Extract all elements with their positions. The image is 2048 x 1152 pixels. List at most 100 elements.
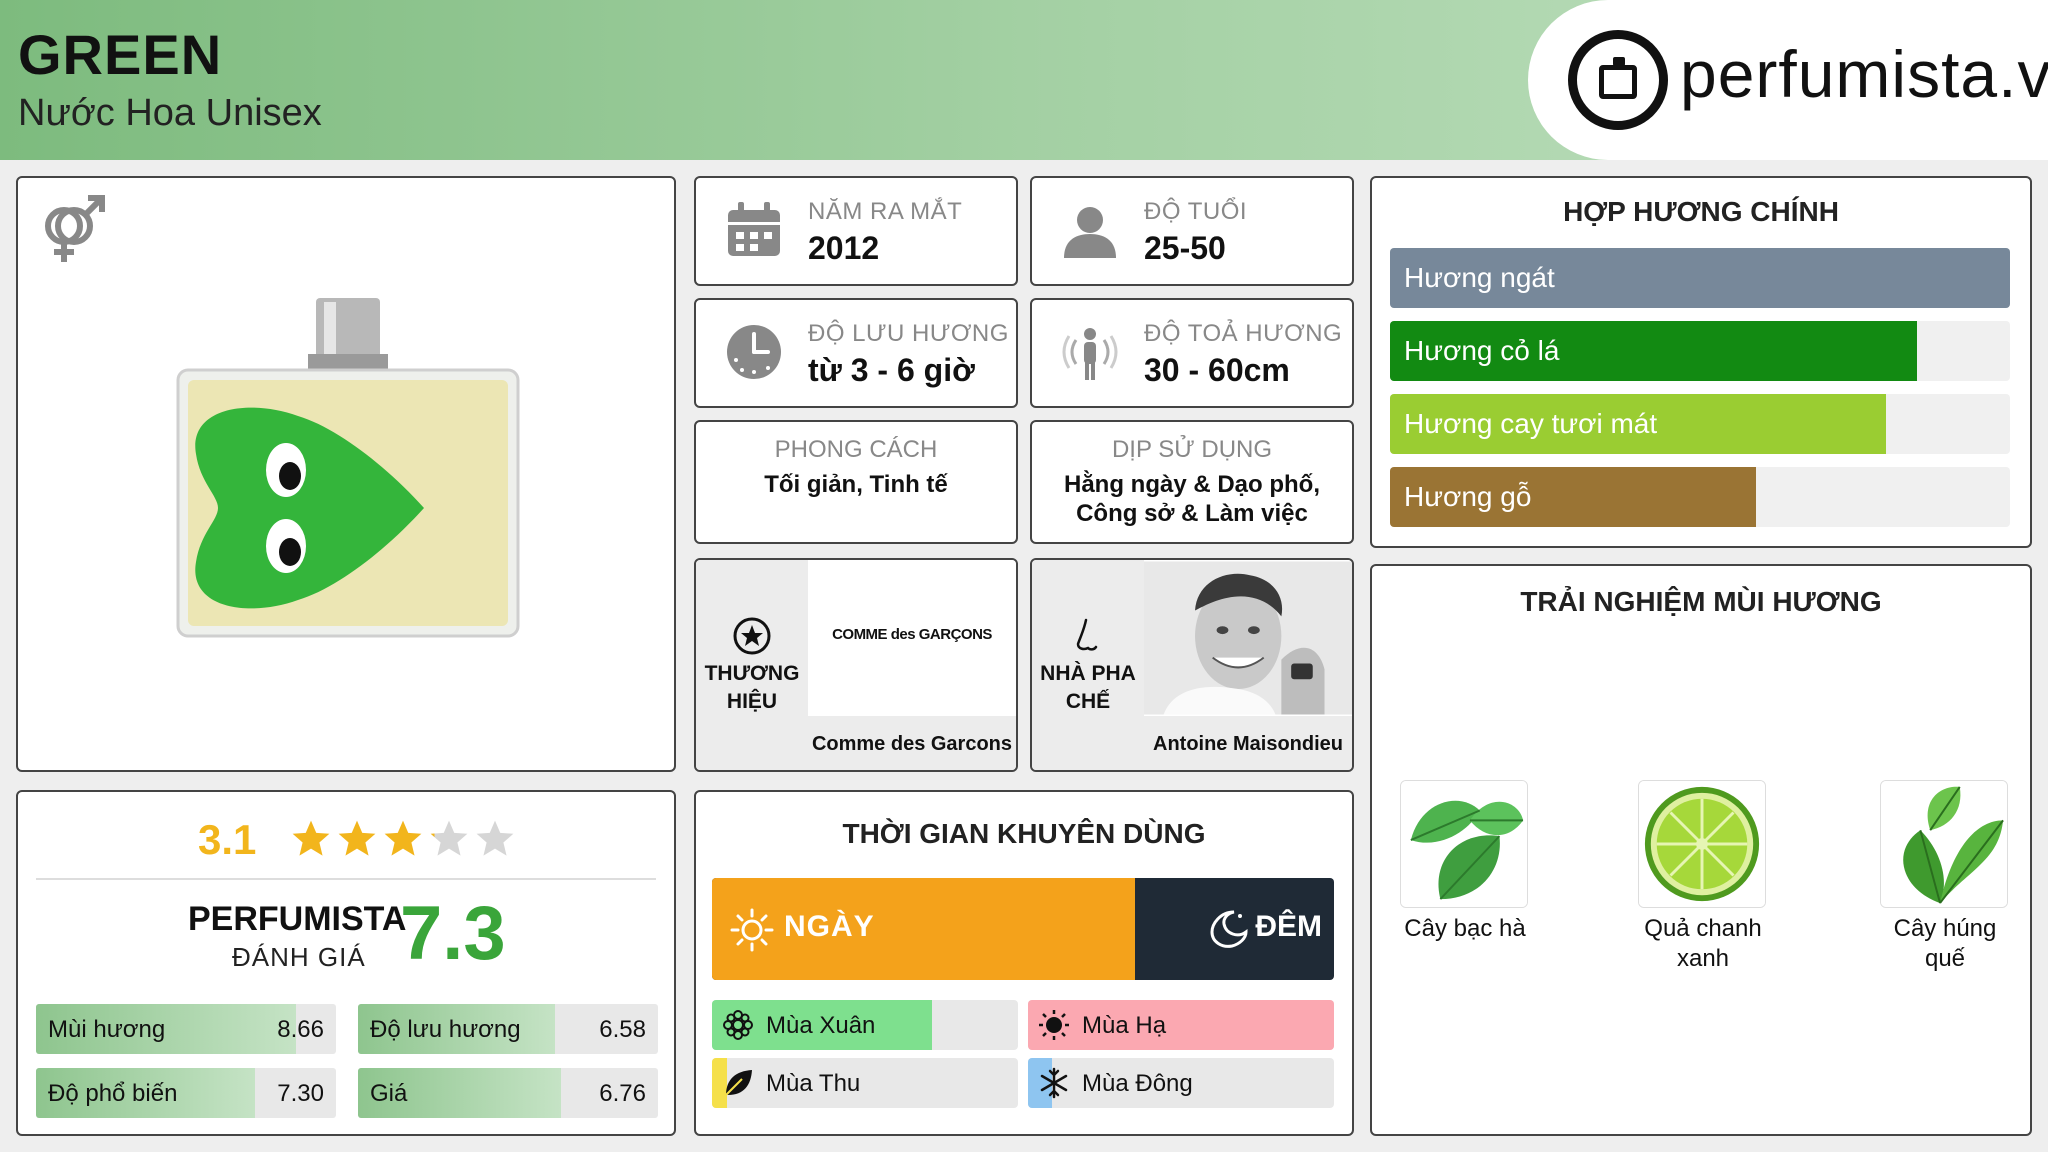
- basil-leaf-image: [1880, 780, 2008, 908]
- style-value: Tối giản, Tinh tế: [764, 471, 948, 498]
- metric-value: 8.66: [277, 1016, 324, 1043]
- sillage-value: 30 - 60cm: [1144, 352, 1290, 388]
- star-icon[interactable]: [382, 818, 424, 860]
- brand-logo-image: COMME des GARÇONS: [808, 560, 1016, 716]
- day-fill: [712, 878, 1135, 980]
- star-icon[interactable]: [336, 818, 378, 860]
- note-lime[interactable]: Quả chanh xanh: [1638, 780, 1768, 974]
- note-lime-label: Quả chanh xanh: [1644, 915, 1762, 972]
- season-label: Mùa Thu: [766, 1070, 861, 1097]
- product-image-card: [16, 176, 676, 772]
- night-label: ĐÊM: [1255, 910, 1322, 943]
- occasion-value: Hằng ngày & Dạo phố, Công sở & Làm việc: [1063, 471, 1320, 527]
- perfume-title: GREEN: [18, 23, 223, 86]
- season-item: Mùa Đông: [1028, 1058, 1334, 1108]
- accord-label: Hương ngát: [1404, 262, 1555, 293]
- season-label: Mùa Đông: [1082, 1070, 1193, 1097]
- accord-label: Hương cỏ lá: [1404, 335, 1560, 366]
- perfume-bottle-icon: [1568, 30, 1668, 130]
- age-label: ĐỘ TUỔI: [1144, 198, 1248, 225]
- brand-name: Comme des Garcons: [808, 716, 1016, 770]
- accord-label: Hương cay tươi mát: [1404, 408, 1658, 439]
- rating-metric: Mùi hương 8.66: [36, 1004, 336, 1054]
- perfume-subtitle: Nước Hoa Unisex: [18, 92, 322, 134]
- snowflake-icon: [1040, 1067, 1068, 1099]
- perfumer-label: NHÀ PHA CHẾ: [1040, 662, 1136, 713]
- note-mint-label: Cây bạc hà: [1404, 915, 1526, 942]
- site-logo-text: perfumista.vn: [1680, 37, 2048, 111]
- recommended-time-card: THỜI GIAN KHUYÊN DÙNG NGÀY ĐÊM Mùa Xuân M…: [694, 790, 1354, 1136]
- star-badge-icon: [733, 617, 771, 655]
- metric-label: Mùi hương: [48, 1016, 166, 1043]
- metric-value: 6.58: [599, 1016, 646, 1043]
- brand-logo-text: COMME des GARÇONS: [832, 626, 992, 643]
- nose-icon: [1076, 618, 1098, 651]
- longevity-value: từ 3 - 6 giờ: [808, 352, 975, 388]
- season-label: Mùa Xuân: [766, 1012, 876, 1039]
- accord-label: Hương gỗ: [1404, 481, 1532, 512]
- brand-label: THƯƠNG HIỆU: [704, 662, 800, 713]
- calendar-icon: [728, 202, 780, 256]
- season-item: Mùa Xuân: [712, 1000, 1018, 1050]
- unisex-gender-icon: [45, 195, 105, 262]
- brand-side: THƯƠNG HIỆU: [696, 560, 808, 770]
- metric-label: Giá: [370, 1080, 408, 1107]
- metric-value: 7.30: [277, 1080, 324, 1107]
- star-icon[interactable]: [290, 818, 332, 860]
- accord-bar: Hương cỏ lá: [1390, 321, 2010, 381]
- perfumer-photo: [1144, 560, 1352, 716]
- brand-card[interactable]: THƯƠNG HIỆU COMME des GARÇONS Comme des …: [694, 558, 1018, 772]
- flower-icon: [723, 1010, 753, 1040]
- site-logo[interactable]: perfumista.vn: [1528, 0, 2048, 160]
- notes-title: TRẢI NGHIỆM MÙI HƯƠNG: [1520, 586, 1882, 617]
- lime-image: [1638, 780, 1766, 908]
- moon-icon: [1210, 910, 1248, 948]
- perfumista-score: 7.3: [400, 891, 506, 976]
- sillage-person-icon: [1062, 328, 1118, 380]
- main-accords-card: HỢP HƯƠNG CHÍNH Hương ngát Hương cỏ lá Hươ…: [1370, 176, 2032, 548]
- day-label: NGÀY: [784, 910, 875, 943]
- star-icon[interactable]: [474, 818, 516, 860]
- perfumer-side: NHÀ PHA CHẾ: [1032, 560, 1144, 770]
- longevity-label: ĐỘ LƯU HƯƠNG: [808, 320, 1009, 347]
- season-label: Mùa Hạ: [1082, 1012, 1167, 1039]
- scent-notes-card: TRẢI NGHIỆM MÙI HƯƠNG Cây bạc hà Quả cha…: [1370, 564, 2032, 1136]
- season-fill: [1028, 1000, 1334, 1050]
- accord-bar: Hương ngát: [1390, 248, 2010, 308]
- perfumer-card[interactable]: NHÀ PHA CHẾ Antoine Maisondieu: [1030, 558, 1354, 772]
- metric-label: Độ lưu hương: [370, 1016, 521, 1043]
- perfumer-name: Antoine Maisondieu: [1144, 716, 1352, 770]
- style-card: PHONG CÁCH Tối giản, Tinh tế: [694, 420, 1018, 544]
- time-title: THỜI GIAN KHUYÊN DÙNG: [842, 818, 1206, 849]
- sun-season-icon: [1039, 1010, 1069, 1040]
- launch-year-card: NĂM RA MẮT 2012: [694, 176, 1018, 286]
- rating-divider: [36, 878, 656, 880]
- metric-value: 6.76: [599, 1080, 646, 1107]
- rating-metric: Độ lưu hương 6.58: [358, 1004, 658, 1054]
- note-basil[interactable]: Cây húng quế: [1880, 780, 2010, 974]
- leaf-icon: [725, 1070, 752, 1096]
- occasion-label: DỊP SỬ DỤNG: [1111, 436, 1273, 463]
- mint-leaf-image: [1400, 780, 1528, 908]
- season-item: Mùa Hạ: [1028, 1000, 1334, 1050]
- rating-metric: Giá 6.76: [358, 1068, 658, 1118]
- rating-card: 3.1 PERFUMISTA ĐÁNH GIÁ 7.3 Mùi hương 8.6…: [16, 790, 676, 1136]
- day-night-bar: NGÀY ĐÊM: [712, 878, 1334, 980]
- user-rating-score: 3.1: [198, 816, 257, 863]
- note-mint[interactable]: Cây bạc hà: [1400, 780, 1530, 944]
- clock-icon: [727, 325, 781, 379]
- launch-year-label: NĂM RA MẮT: [808, 198, 963, 225]
- sillage-label: ĐỘ TOẢ HƯƠNG: [1144, 320, 1343, 347]
- perfumista-sublabel: ĐÁNH GIÁ: [232, 942, 366, 972]
- metric-label: Độ phổ biến: [48, 1080, 178, 1107]
- sun-icon: [730, 908, 774, 952]
- accord-bar: Hương gỗ: [1390, 467, 2010, 527]
- user-icon: [1064, 207, 1116, 258]
- star-icon[interactable]: [428, 818, 470, 860]
- note-basil-label: Cây húng quế: [1893, 915, 1997, 972]
- longevity-card: ĐỘ LƯU HƯƠNG từ 3 - 6 giờ: [694, 298, 1018, 408]
- page-header: GREEN Nước Hoa Unisex perfumista.vn: [0, 0, 2048, 160]
- perfumista-label: PERFUMISTA: [188, 900, 407, 938]
- accords-title: HỢP HƯƠNG CHÍNH: [1563, 196, 1839, 227]
- launch-year-value: 2012: [808, 230, 880, 266]
